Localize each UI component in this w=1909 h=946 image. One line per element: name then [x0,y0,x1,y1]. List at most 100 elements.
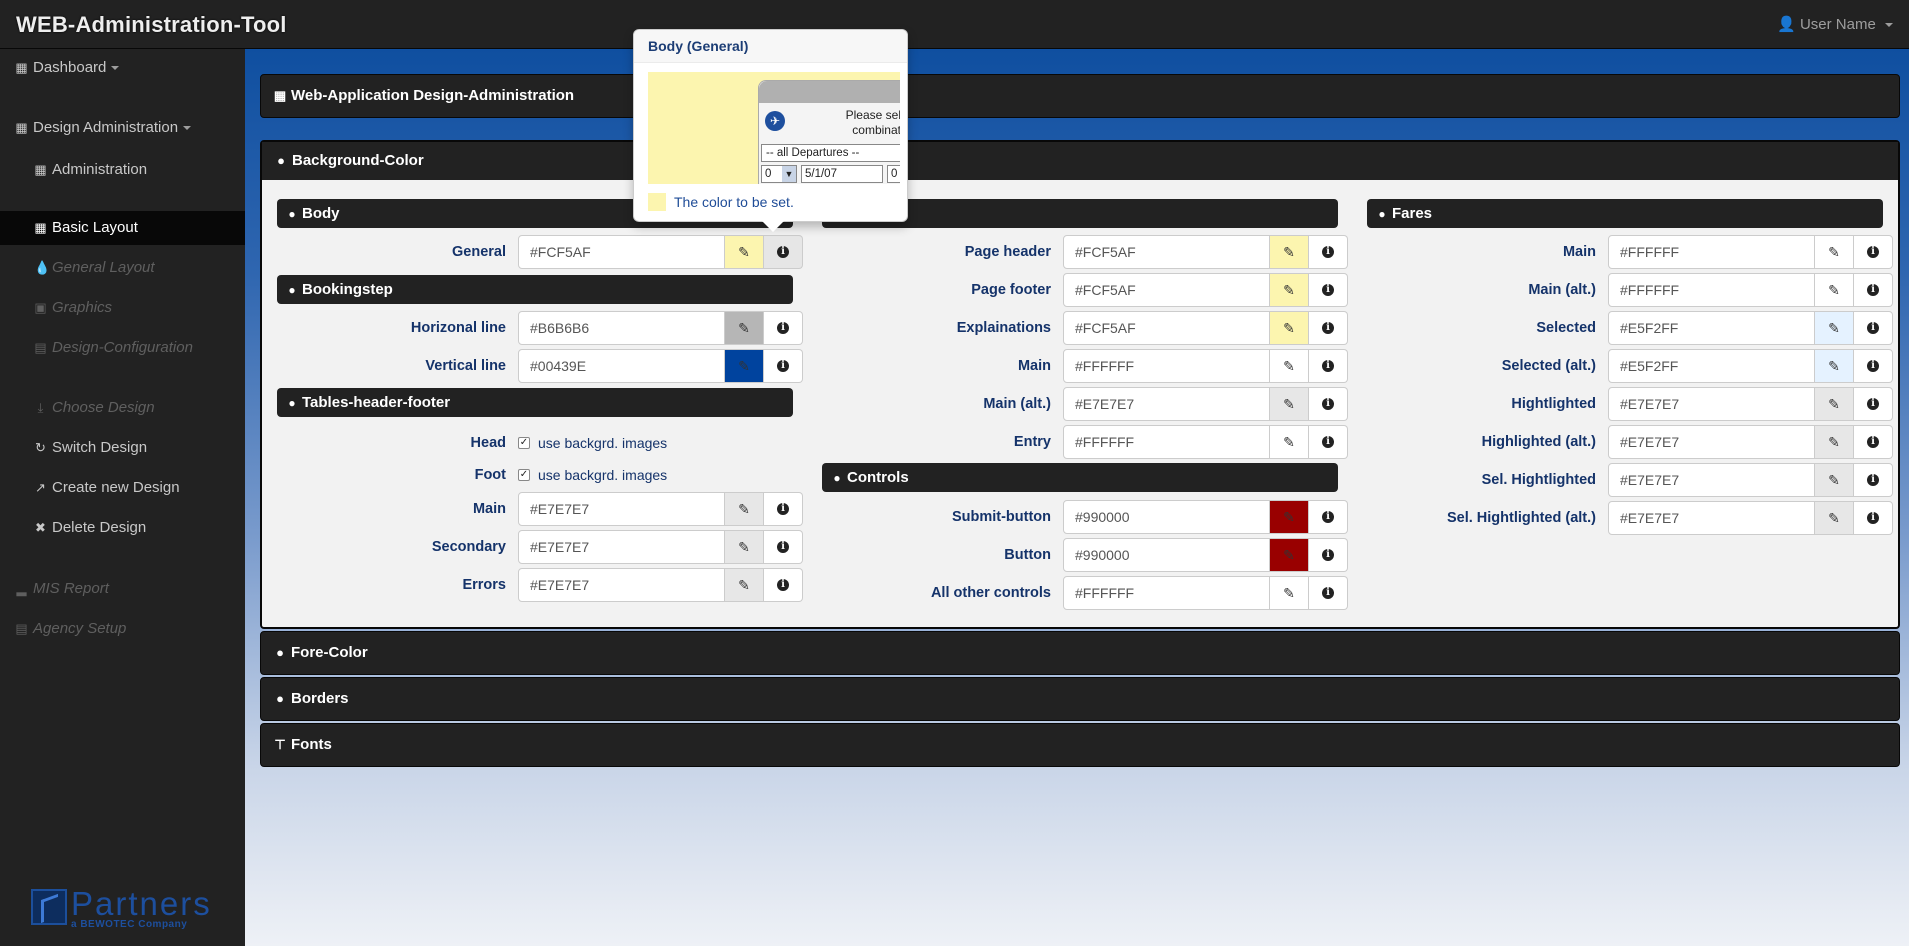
sidebar-item-switch-design[interactable]: ↻ Switch Design [0,431,245,465]
color-picker-button[interactable]: ✎ [1815,311,1854,345]
sidebar-item-graphics[interactable]: ▣ Graphics [0,291,245,325]
fares-sel-hightlighted-input[interactable]: #E7E7E7 [1608,463,1815,497]
fares-highlighted-alt-input[interactable]: #E7E7E7 [1608,425,1815,459]
page-header-input[interactable]: #FCF5AF [1063,235,1270,269]
info-button[interactable]: i [764,492,803,526]
chevron-down-icon [183,126,192,131]
sidebar-item-general-layout[interactable]: 💧 General Layout [0,251,245,285]
info-button[interactable]: i [1309,538,1348,572]
fares-selected-alt-input[interactable]: #E5F2FF [1608,349,1815,383]
controls-section-header[interactable]: ● Controls [822,463,1338,492]
color-picker-button[interactable]: ✎ [1815,387,1854,421]
info-button[interactable]: i [764,568,803,602]
field-label: Vertical line [425,358,506,374]
info-button[interactable]: i [1309,273,1348,307]
fonts-panel-header[interactable]: ⊤ Fonts [260,723,1900,767]
info-button[interactable]: i [1309,425,1348,459]
submit-button-input[interactable]: #990000 [1063,500,1270,534]
color-picker-button[interactable]: ✎ [1270,576,1309,610]
info-button[interactable]: i [1854,387,1893,421]
sidebar-item-delete-design[interactable]: ✖ Delete Design [0,511,245,545]
info-button[interactable]: i [1854,463,1893,497]
info-button[interactable]: i [764,530,803,564]
sidebar-item-create-new-design[interactable]: ↗ Create new Design [0,471,245,505]
fares-main-alt-input[interactable]: #FFFFFF [1608,273,1815,307]
horizonal-line-input[interactable]: #B6B6B6 [518,311,725,345]
color-picker-button[interactable]: ✎ [725,568,764,602]
color-picker-button[interactable]: ✎ [725,492,764,526]
info-button[interactable]: i [1309,576,1348,610]
info-button[interactable]: i [764,349,803,383]
color-picker-button[interactable]: ✎ [1815,235,1854,269]
field-label: Page header [964,244,1051,260]
fares-main-input[interactable]: #FFFFFF [1608,235,1815,269]
color-picker-button[interactable]: ✎ [1815,349,1854,383]
logo-subtext: a BEWOTEC Company [71,919,188,930]
fore-color-panel-header[interactable]: ● Fore-Color [260,631,1900,675]
background-color-header[interactable]: ● Background-Color [262,142,1898,180]
color-picker-button[interactable]: ✎ [725,349,764,383]
color-picker-button[interactable]: ✎ [1270,349,1309,383]
tables-section-header[interactable]: ● Tables-header-footer [277,388,793,417]
info-button[interactable]: i [1854,349,1893,383]
info-button[interactable]: i [1854,311,1893,345]
color-picker-button[interactable]: ✎ [725,530,764,564]
sidebar-item-choose-design[interactable]: ⤓ Choose Design [0,391,245,425]
button-input[interactable]: #990000 [1063,538,1270,572]
color-picker-button[interactable]: ✎ [1815,501,1854,535]
app-title[interactable]: WEB-Administration-Tool [16,12,287,38]
info-button[interactable]: i [1854,273,1893,307]
window-main-input[interactable]: #FFFFFF [1063,349,1270,383]
color-picker-button[interactable]: ✎ [1270,311,1309,345]
sidebar-item-design-configuration[interactable]: ▤ Design-Configuration [0,331,245,365]
fares-sel-hightlighted-alt-input[interactable]: #E7E7E7 [1608,501,1815,535]
color-picker-button[interactable]: ✎ [1270,387,1309,421]
sidebar-item-basic-layout[interactable]: ▦ Basic Layout [0,211,245,245]
preview-window-bar [759,81,900,103]
info-button[interactable]: i [1309,500,1348,534]
explainations-input[interactable]: #FCF5AF [1063,311,1270,345]
color-picker-button[interactable]: ✎ [1270,538,1309,572]
head-checkbox[interactable]: ✓ [518,437,530,449]
info-button[interactable]: i [1854,425,1893,459]
sidebar-item-agency-setup[interactable]: ▤ Agency Setup [0,612,245,646]
tables-errors-input[interactable]: #E7E7E7 [518,568,725,602]
info-button[interactable]: i [764,235,803,269]
color-picker-button[interactable]: ✎ [1270,235,1309,269]
info-button[interactable]: i [1854,235,1893,269]
fares-selected-input[interactable]: #E5F2FF [1608,311,1815,345]
info-button[interactable]: i [1309,311,1348,345]
color-picker-button[interactable]: ✎ [1270,273,1309,307]
color-picker-button[interactable]: ✎ [1270,500,1309,534]
sidebar-item-design-administration[interactable]: ▦ Design Administration [0,111,245,145]
color-picker-button[interactable]: ✎ [1270,425,1309,459]
user-menu[interactable]: 👤 User Name [1777,15,1893,33]
color-picker-button[interactable]: ✎ [725,235,764,269]
window-main-alt-input[interactable]: #E7E7E7 [1063,387,1270,421]
all-other-controls-input[interactable]: #FFFFFF [1063,576,1270,610]
sidebar-item-mis-report[interactable]: ▂ MIS Report [0,572,245,606]
entry-input[interactable]: #FFFFFF [1063,425,1270,459]
color-picker-button[interactable]: ✎ [725,311,764,345]
color-picker-button[interactable]: ✎ [1815,425,1854,459]
body-general-input[interactable]: #FCF5AF [518,235,725,269]
borders-panel-header[interactable]: ● Borders [260,677,1900,721]
page-footer-input[interactable]: #FCF5AF [1063,273,1270,307]
info-button[interactable]: i [1309,235,1348,269]
foot-checkbox[interactable]: ✓ [518,469,530,481]
sidebar-item-administration[interactable]: ▦ Administration [0,153,245,187]
tables-secondary-input[interactable]: #E7E7E7 [518,530,725,564]
color-picker-button[interactable]: ✎ [1815,463,1854,497]
vertical-line-input[interactable]: #00439E [518,349,725,383]
info-button[interactable]: i [1309,387,1348,421]
sidebar-item-dashboard[interactable]: ▦ Dashboard [0,51,245,85]
info-button[interactable]: i [1854,501,1893,535]
fares-section-header[interactable]: ● Fares [1367,199,1883,228]
tables-main-input[interactable]: #E7E7E7 [518,492,725,526]
background-color-panel: ● Background-Color ● Body General #FCF5AF … [260,140,1900,629]
info-button[interactable]: i [764,311,803,345]
color-picker-button[interactable]: ✎ [1815,273,1854,307]
bookingstep-section-header[interactable]: ● Bookingstep [277,275,793,304]
info-button[interactable]: i [1309,349,1348,383]
fares-hightlighted-input[interactable]: #E7E7E7 [1608,387,1815,421]
